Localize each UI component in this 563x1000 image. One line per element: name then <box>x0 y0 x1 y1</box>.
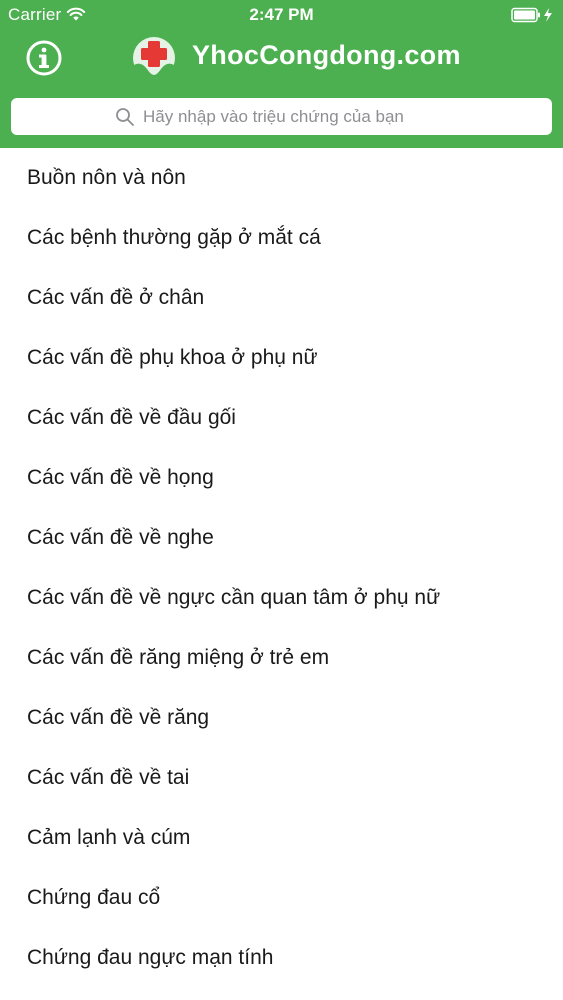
symptom-list-item[interactable]: Các vấn đề về họng <box>0 448 563 508</box>
app-header: Carrier 2:47 PM YhocCongdong.com Hãy nhậ… <box>0 0 563 148</box>
search-bar[interactable] <box>11 98 552 135</box>
medical-logo-icon <box>133 37 175 79</box>
symptom-list-item[interactable]: Chứng đau ngực mạn tính <box>0 928 563 988</box>
status-bar: Carrier 2:47 PM <box>0 0 563 30</box>
search-input[interactable] <box>143 98 533 135</box>
symptom-list-item[interactable]: Các vấn đề về nghe <box>0 508 563 568</box>
app-title: YhocCongdong.com <box>192 40 461 70</box>
app-screen: Carrier 2:47 PM YhocCongdong.com Hãy nhậ… <box>0 0 563 1000</box>
symptom-list: Buồn nôn và nôn Các bệnh thường gặp ở mắt… <box>0 148 563 988</box>
symptom-list-item[interactable]: Các vấn đề ở chân <box>0 268 563 328</box>
symptom-list-item[interactable]: Buồn nôn và nôn <box>0 148 563 208</box>
symptom-list-item[interactable]: Chứng đau cổ <box>0 868 563 928</box>
symptom-list-item[interactable]: Các vấn đề về tai <box>0 748 563 808</box>
symptom-list-item[interactable]: Các vấn đề răng miệng ở trẻ em <box>0 628 563 688</box>
symptom-list-item[interactable]: Các bệnh thường gặp ở mắt cá <box>0 208 563 268</box>
navigation-bar: YhocCongdong.com <box>0 30 563 86</box>
info-icon[interactable] <box>25 39 63 77</box>
battery-icon <box>511 7 552 23</box>
symptom-list-item[interactable]: Các vấn đề về ngực cần quan tâm ở phụ nữ <box>0 568 563 628</box>
symptom-list-item[interactable]: Các vấn đề phụ khoa ở phụ nữ <box>0 328 563 388</box>
symptom-list-item[interactable]: Các vấn đề về răng <box>0 688 563 748</box>
search-icon <box>116 108 134 126</box>
symptom-list-item[interactable]: Các vấn đề về đầu gối <box>0 388 563 448</box>
symptom-list-item[interactable]: Cảm lạnh và cúm <box>0 808 563 868</box>
status-time: 2:47 PM <box>249 5 314 24</box>
